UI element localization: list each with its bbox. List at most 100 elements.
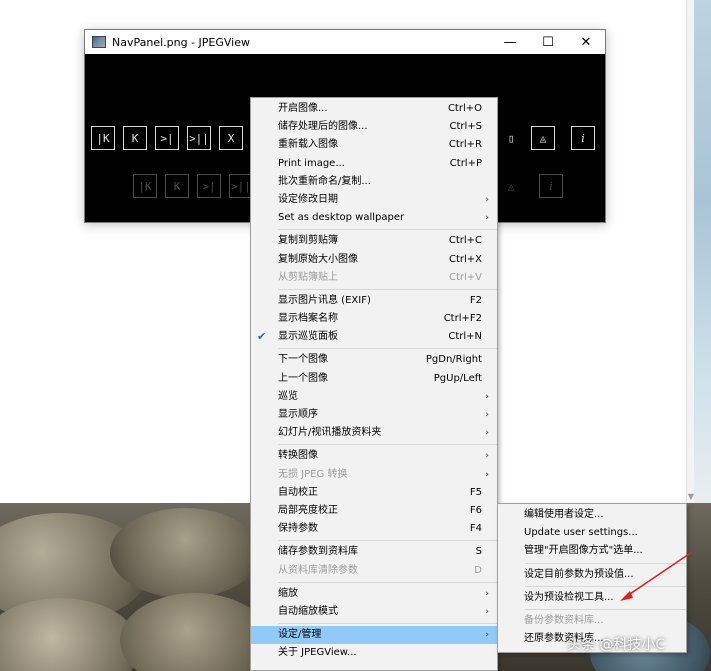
menu-item[interactable]: 显示顺序 › [251,406,497,424]
menu-item[interactable]: 从剪贴簿贴上 Ctrl+V [251,269,497,287]
menu-separator [278,288,497,290]
menu-item-shortcut: S [475,546,482,558]
submenu-item[interactable]: 编辑使用者设定... [498,506,686,524]
menu-item[interactable]: 无损 JPEG 转换 › [251,466,497,484]
menu-item[interactable]: Print image... Ctrl+P [251,155,497,173]
next-image-ghost-icon: >| [197,174,221,198]
menu-item-shortcut: Ctrl+R [448,139,482,151]
menu-item-shortcut: Ctrl+N [448,331,482,343]
menu-item-shortcut: F6 [469,504,482,516]
chevron-right-icon: › [485,213,489,224]
minimize-button[interactable]: — [491,30,529,54]
menu-item-label: 显示图片讯息 (EXIF) [278,294,371,306]
menu-item[interactable]: 从资料库清除参数 D [251,562,497,580]
menu-item[interactable]: 保持参数 F4 [251,520,497,538]
menu-separator [278,444,497,446]
menu-item-label: 批次重新命名/复制... [278,175,371,187]
last-image-button[interactable]: >|| [187,126,211,150]
menu-item-label: Update user settings... [524,527,638,539]
info-ghost-icon: i [539,174,563,198]
close-button[interactable]: ✕ [567,30,605,54]
menu-item-label: 自动校正 [278,486,318,498]
menu-item[interactable]: 自动缩放模式 › [251,603,497,621]
menu-item-label: 显示档案名称 [278,313,338,325]
menu-separator [278,581,497,583]
checkmark-icon: ✔ [257,330,267,344]
menu-item-shortcut: Ctrl+X [448,253,482,265]
keep-params-icon[interactable]: ▯ [499,126,523,150]
menu-item[interactable]: 显示图片讯息 (EXIF) F2 [251,292,497,310]
menu-item[interactable]: Set as desktop wallpaper › [251,209,497,227]
maximize-button[interactable]: ☐ [529,30,567,54]
menu-item[interactable]: 批次重新命名/复制... [251,173,497,191]
first-image-button[interactable]: |K [91,126,115,150]
menu-item-shortcut: Ctrl+S [449,121,482,133]
menu-item[interactable]: 自动校正 F5 [251,484,497,502]
submenu-item[interactable]: Update user settings... [498,524,686,542]
info-icon[interactable]: i [571,126,595,150]
menu-item-label: 复制原始大小图像 [278,253,358,265]
menu-item-label: 自动缩放模式 [278,605,338,617]
menu-item-label: 显示巡览面板 [278,331,338,343]
menu-item[interactable]: ✔ 显示巡览面板 Ctrl+N [251,328,497,346]
menu-item-label: 开启图像... [278,103,328,114]
menu-item-label: 储存参数到资料库 [278,546,358,558]
chevron-right-icon: › [485,451,489,462]
menu-item-label: 幻灯片/视讯播放资料夹 [278,427,382,439]
menu-item[interactable]: 复制原始大小图像 Ctrl+X [251,251,497,269]
navigation-panel-shadow: |K K >| >|| [133,174,261,198]
chevron-right-icon: › [485,194,489,205]
menu-item[interactable]: 设定/管理 › [251,626,497,645]
menu-item[interactable]: 转换图像 › [251,447,497,465]
menu-item[interactable]: 复制到剪贴簿 Ctrl+C [251,232,497,250]
menu-item-label: 下一个图像 [278,354,328,366]
submenu-item[interactable]: 备份参数资料库... [498,612,686,630]
menu-item-shortcut: Ctrl+V [448,271,482,283]
menu-separator [278,623,497,625]
watermark: 头条 @科技小C [567,637,666,653]
context-menu: 开启图像... Ctrl+O 储存处理后的图像... Ctrl+S 重新载入图像 Ctrl… [250,97,498,671]
menu-item-label: 设定/管理 [278,629,322,641]
first-image-ghost-icon: |K [133,174,157,198]
menu-item[interactable]: 储存参数到资料库 S [251,543,497,561]
title-bar[interactable]: NavPanel.png - JPEGView — ☐ ✕ [85,30,605,54]
menu-item[interactable]: 巡览 › [251,388,497,406]
menu-item-label: 储存处理后的图像... [278,121,368,133]
menu-item[interactable]: 上一个图像 PgUp/Left [251,370,497,388]
menu-item[interactable]: 缩放 › [251,585,497,603]
previous-image-ghost-icon: K [165,174,189,198]
chevron-right-icon: › [485,428,489,439]
chevron-right-icon: › [485,469,489,480]
menu-item[interactable]: 设定修改日期 › [251,191,497,209]
menu-item[interactable]: 储存处理后的图像... Ctrl+S [251,118,497,136]
menu-item-label: 显示顺序 [278,409,318,420]
menu-item-label: 备份参数资料库... [524,614,604,626]
menu-item-shortcut: PgUp/Left [433,372,482,384]
menu-item-label: 保持参数 [278,523,318,535]
navigation-panel-right: ▯ ◬ i [499,126,603,150]
close-panel-button[interactable]: X [219,126,243,150]
menu-item[interactable]: 重新载入图像 Ctrl+R [251,136,497,154]
menu-item-label: 关于 JPEGView... [278,647,357,659]
menu-item-shortcut: Ctrl+C [448,235,482,247]
menu-item-shortcut: Ctrl+P [449,157,482,169]
chevron-right-icon: › [485,410,489,420]
previous-image-button[interactable]: K [123,126,147,150]
annotation-arrow-icon [620,551,693,601]
menu-item-shortcut: F5 [469,486,482,498]
menu-item-label: 局部亮度校正 [278,504,338,516]
menu-item[interactable]: 下一个图像 PgDn/Right [251,351,497,369]
menu-item-label: 设定修改日期 [278,193,338,205]
next-image-button[interactable]: >| [155,126,179,150]
menu-separator [278,540,497,542]
menu-item[interactable]: 局部亮度校正 F6 [251,502,497,520]
menu-item[interactable]: 幻灯片/视讯播放资料夹 › [251,424,497,442]
menu-item-label: 复制到剪贴簿 [278,235,338,247]
menu-item-label: 上一个图像 [278,372,328,384]
menu-item-shortcut: Ctrl+F2 [443,313,482,325]
menu-item[interactable]: 显示档案名称 Ctrl+F2 [251,310,497,328]
landscape-mode-icon[interactable]: ◬ [531,126,555,150]
menu-item[interactable]: 关于 JPEGView... [251,644,497,662]
menu-item-label: 巡览 [278,390,298,402]
menu-item[interactable]: 开启图像... Ctrl+O [251,100,497,118]
